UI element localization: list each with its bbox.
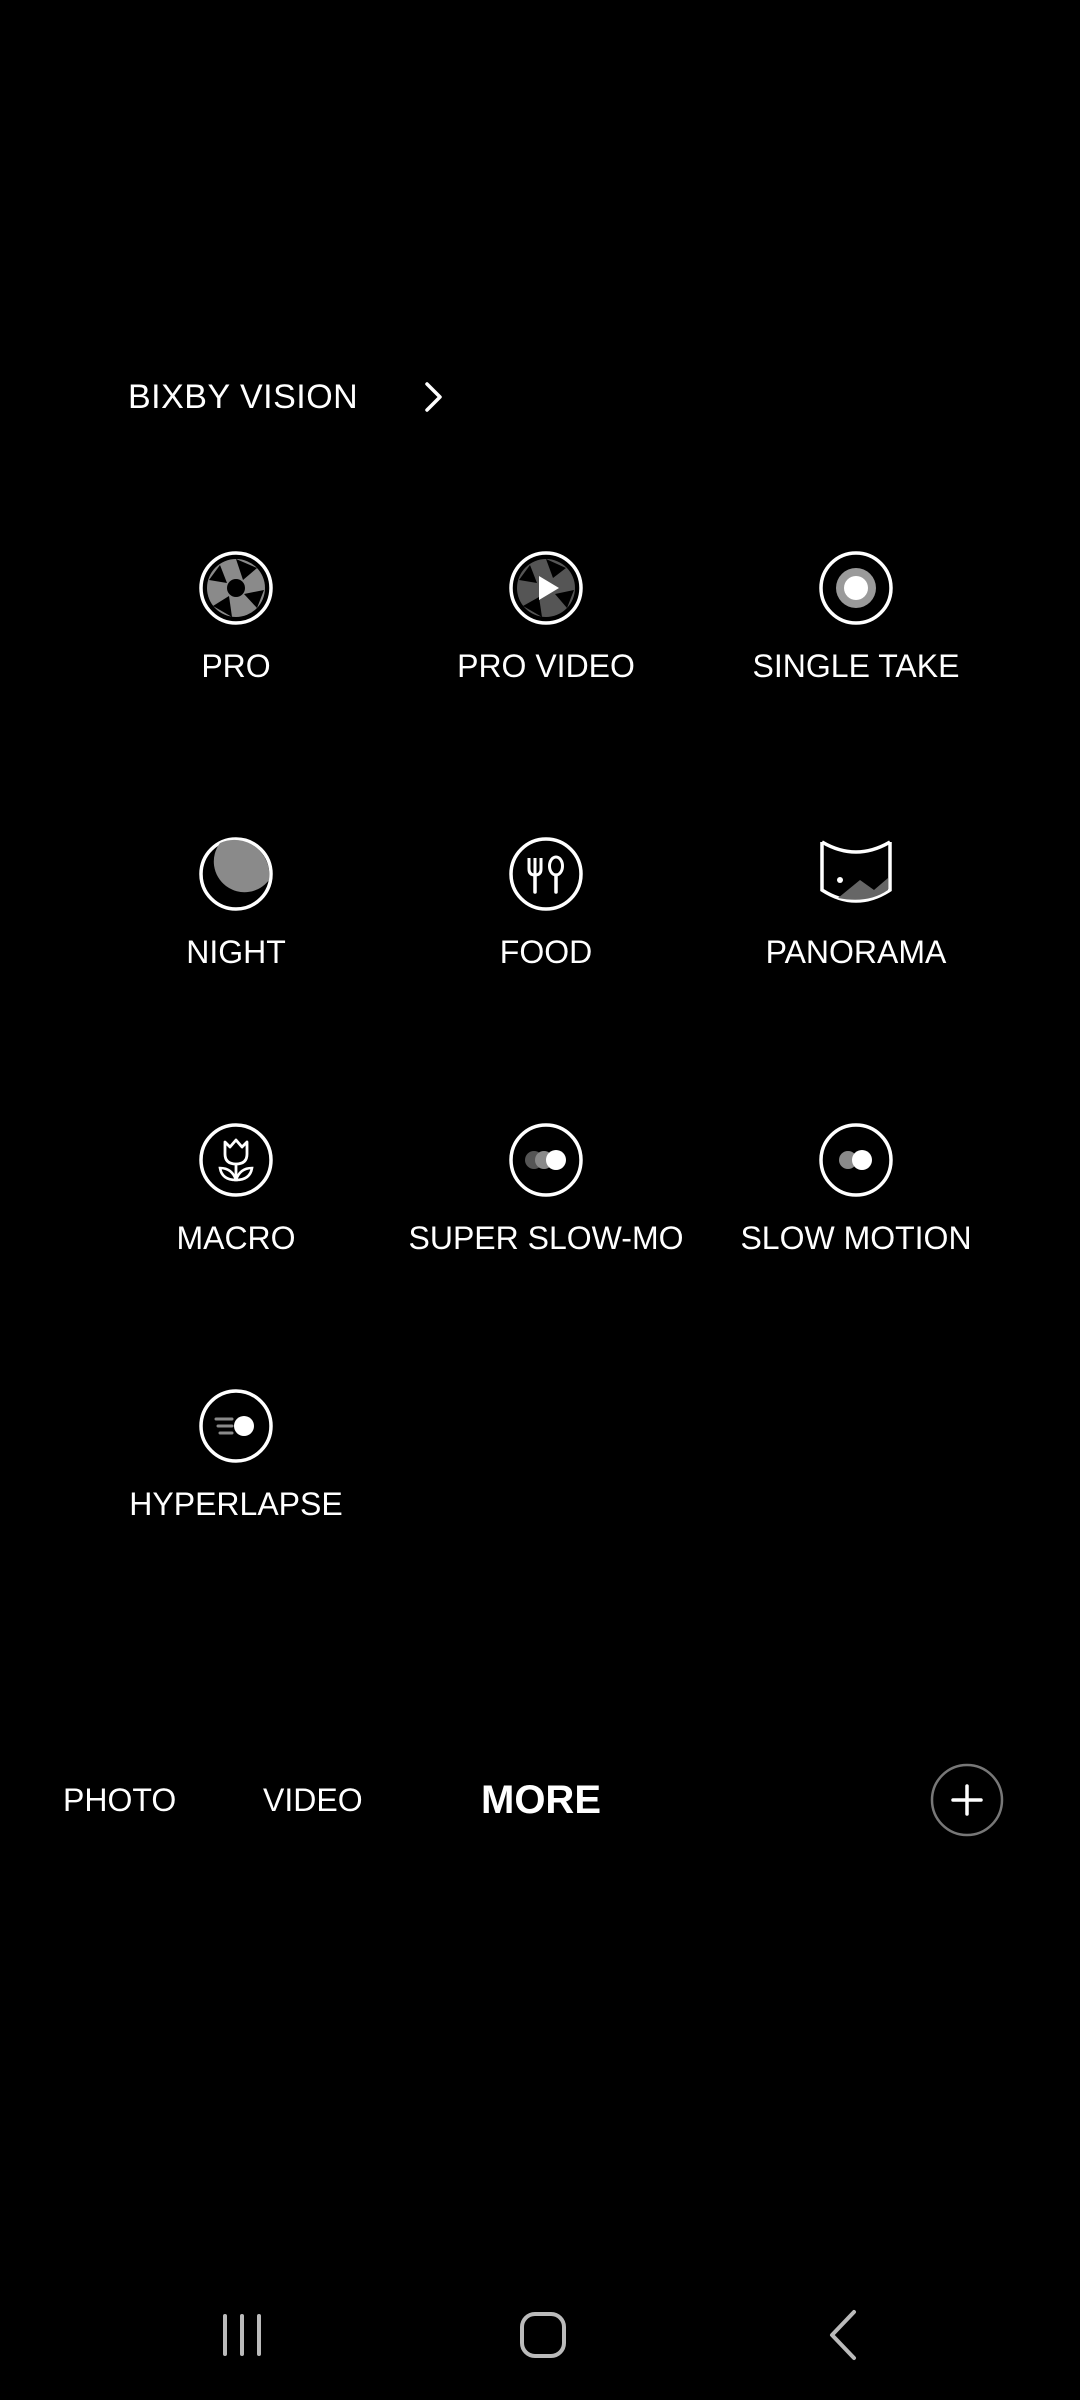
back-icon bbox=[830, 2310, 856, 2360]
tab-photo[interactable]: PHOTO bbox=[63, 1772, 176, 1828]
mode-pro-video[interactable]: PRO VIDEO bbox=[396, 550, 696, 720]
mode-food[interactable]: FOOD bbox=[396, 836, 696, 1006]
mode-label: SINGLE TAKE bbox=[752, 648, 960, 684]
mode-label: PRO VIDEO bbox=[457, 648, 635, 684]
mode-pro[interactable]: PRO bbox=[86, 550, 386, 720]
single-take-icon bbox=[819, 551, 893, 625]
add-mode-button[interactable] bbox=[929, 1762, 1005, 1838]
chevron-right-icon bbox=[425, 382, 442, 412]
mode-super-slow-mo[interactable]: SUPER SLOW-MO bbox=[396, 1122, 696, 1292]
panorama-icon bbox=[820, 840, 892, 903]
mode-night[interactable]: NIGHT bbox=[86, 836, 386, 1006]
mode-label: FOOD bbox=[499, 934, 593, 970]
aperture-icon bbox=[199, 551, 273, 625]
bixby-vision-button[interactable]: BIXBY VISION bbox=[128, 362, 458, 432]
bixby-vision-label: BIXBY VISION bbox=[128, 377, 359, 416]
mode-slow-motion[interactable]: SLOW MOTION bbox=[706, 1122, 1006, 1292]
mode-panorama[interactable]: PANORAMA bbox=[706, 836, 1006, 1006]
mode-label: PRO bbox=[201, 648, 271, 684]
fork-spoon-icon bbox=[509, 837, 583, 911]
mode-label: NIGHT bbox=[186, 934, 286, 970]
mode-label: SUPER SLOW-MO bbox=[408, 1220, 684, 1256]
plus-icon bbox=[951, 1784, 983, 1816]
mode-macro[interactable]: MACRO bbox=[86, 1122, 386, 1292]
home-button[interactable] bbox=[498, 2290, 588, 2380]
tab-video[interactable]: VIDEO bbox=[263, 1772, 363, 1828]
mode-label: HYPERLAPSE bbox=[129, 1486, 343, 1522]
tab-more[interactable]: MORE bbox=[481, 1772, 601, 1828]
flower-icon bbox=[199, 1123, 273, 1197]
slow-motion-icon bbox=[819, 1123, 893, 1197]
super-slow-mo-icon bbox=[509, 1123, 583, 1197]
recent-apps-button[interactable] bbox=[197, 2290, 287, 2380]
home-icon bbox=[520, 2312, 566, 2358]
recent-apps-icon bbox=[223, 2314, 261, 2356]
mode-hyperlapse[interactable]: HYPERLAPSE bbox=[86, 1388, 386, 1558]
mode-label: PANORAMA bbox=[765, 934, 947, 970]
back-button[interactable] bbox=[800, 2290, 890, 2380]
moon-icon bbox=[199, 837, 273, 911]
mode-label: SLOW MOTION bbox=[740, 1220, 972, 1256]
mode-label: MACRO bbox=[176, 1220, 296, 1256]
aperture-play-icon bbox=[509, 551, 583, 625]
mode-single-take[interactable]: SINGLE TAKE bbox=[706, 550, 1006, 720]
hyperlapse-icon bbox=[199, 1389, 273, 1463]
